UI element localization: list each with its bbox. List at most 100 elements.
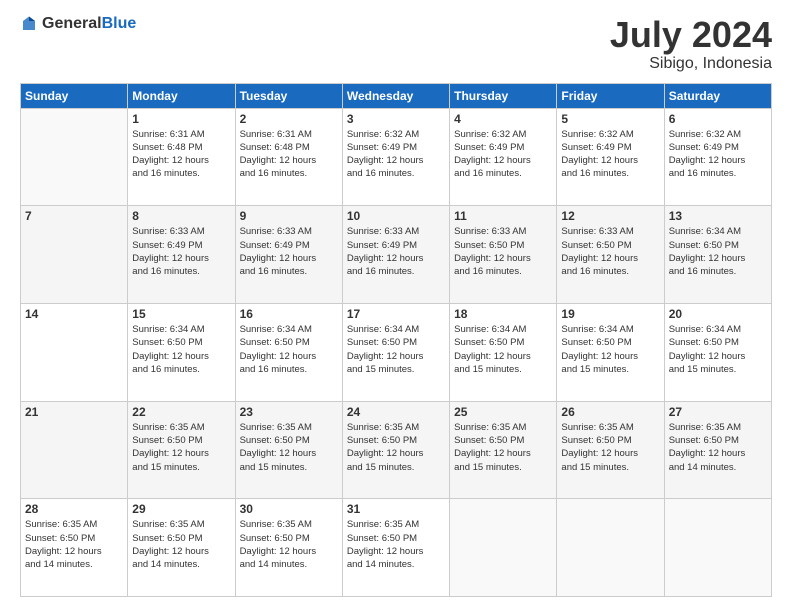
calendar-table: Sunday Monday Tuesday Wednesday Thursday… [20, 83, 772, 597]
location: Sibigo, Indonesia [610, 55, 772, 73]
col-wednesday: Wednesday [342, 83, 449, 108]
day-info: Sunrise: 6:34 AM Sunset: 6:50 PM Dayligh… [669, 225, 767, 278]
day-number: 22 [132, 405, 230, 419]
day-number: 18 [454, 307, 552, 321]
day-info: Sunrise: 6:35 AM Sunset: 6:50 PM Dayligh… [347, 518, 445, 571]
logo-general: General [42, 15, 102, 32]
day-number: 27 [669, 405, 767, 419]
day-info: Sunrise: 6:34 AM Sunset: 6:50 PM Dayligh… [347, 323, 445, 376]
table-row: 1 Sunrise: 6:31 AM Sunset: 6:48 PM Daylig… [128, 108, 235, 206]
day-number: 28 [25, 502, 123, 516]
logo: GeneralBlue [20, 15, 136, 33]
table-row: 10 Sunrise: 6:33 AM Sunset: 6:49 PM Dayli… [342, 206, 449, 304]
table-row: 2 Sunrise: 6:31 AM Sunset: 6:48 PM Daylig… [235, 108, 342, 206]
day-info: Sunrise: 6:33 AM Sunset: 6:49 PM Dayligh… [132, 225, 230, 278]
title-block: July 2024 Sibigo, Indonesia [610, 15, 772, 73]
day-info: Sunrise: 6:34 AM Sunset: 6:50 PM Dayligh… [132, 323, 230, 376]
table-row: 11Sunrise: 6:33 AM Sunset: 6:50 PM Dayli… [450, 206, 557, 304]
col-friday: Friday [557, 83, 664, 108]
table-row: 28 Sunrise: 6:35 AM Sunset: 6:50 PM Dayli… [21, 499, 128, 597]
day-info: Sunrise: 6:35 AM Sunset: 6:50 PM Dayligh… [25, 518, 123, 571]
col-thursday: Thursday [450, 83, 557, 108]
day-number: 2 [240, 112, 338, 126]
day-info: Sunrise: 6:35 AM Sunset: 6:50 PM Dayligh… [132, 518, 230, 571]
table-row [557, 499, 664, 597]
table-row: 9 Sunrise: 6:33 AM Sunset: 6:49 PM Daylig… [235, 206, 342, 304]
table-row: 13 Sunrise: 6:34 AM Sunset: 6:50 PM Dayli… [664, 206, 771, 304]
day-info: Sunrise: 6:32 AM Sunset: 6:49 PM Dayligh… [669, 128, 767, 181]
day-info: Sunrise: 6:34 AM Sunset: 6:50 PM Dayligh… [669, 323, 767, 376]
day-number: 20 [669, 307, 767, 321]
header: GeneralBlue July 2024 Sibigo, Indonesia [20, 15, 772, 73]
table-row: 26 Sunrise: 6:35 AM Sunset: 6:50 PM Dayli… [557, 401, 664, 499]
day-info: Sunrise: 6:35 AM Sunset: 6:50 PM Dayligh… [669, 421, 767, 474]
table-row: 25Sunrise: 6:35 AM Sunset: 6:50 PM Dayli… [450, 401, 557, 499]
table-row: 5 Sunrise: 6:32 AM Sunset: 6:49 PM Daylig… [557, 108, 664, 206]
table-row: 19Sunrise: 6:34 AM Sunset: 6:50 PM Dayli… [557, 303, 664, 401]
day-info: Sunrise: 6:33 AM Sunset: 6:50 PM Dayligh… [561, 225, 659, 278]
day-info: Sunrise: 6:35 AM Sunset: 6:50 PM Dayligh… [347, 421, 445, 474]
table-row [21, 108, 128, 206]
day-info: Sunrise: 6:34 AM Sunset: 6:50 PM Dayligh… [454, 323, 552, 376]
table-row [664, 499, 771, 597]
day-number: 14 [25, 307, 123, 321]
day-number: 8 [132, 209, 230, 223]
week-row-4: 21 22 Sunrise: 6:35 AM Sunset: 6:50 PM Day… [21, 401, 772, 499]
table-row: 31 Sunrise: 6:35 AM Sunset: 6:50 PM Dayli… [342, 499, 449, 597]
day-number: 21 [25, 405, 123, 419]
day-info: Sunrise: 6:34 AM Sunset: 6:50 PM Dayligh… [561, 323, 659, 376]
week-row-2: 78 Sunrise: 6:33 AM Sunset: 6:49 PM Dayli… [21, 206, 772, 304]
day-info: Sunrise: 6:32 AM Sunset: 6:49 PM Dayligh… [561, 128, 659, 181]
col-tuesday: Tuesday [235, 83, 342, 108]
day-number: 11 [454, 209, 552, 223]
day-number: 29 [132, 502, 230, 516]
day-info: Sunrise: 6:31 AM Sunset: 6:48 PM Dayligh… [240, 128, 338, 181]
table-row: 15 Sunrise: 6:34 AM Sunset: 6:50 PM Dayli… [128, 303, 235, 401]
table-row: 27 Sunrise: 6:35 AM Sunset: 6:50 PM Dayli… [664, 401, 771, 499]
table-row: 22 Sunrise: 6:35 AM Sunset: 6:50 PM Dayli… [128, 401, 235, 499]
day-number: 12 [561, 209, 659, 223]
day-info: Sunrise: 6:35 AM Sunset: 6:50 PM Dayligh… [132, 421, 230, 474]
col-sunday: Sunday [21, 83, 128, 108]
day-number: 9 [240, 209, 338, 223]
table-row: 23 Sunrise: 6:35 AM Sunset: 6:50 PM Dayli… [235, 401, 342, 499]
day-number: 17 [347, 307, 445, 321]
day-number: 4 [454, 112, 552, 126]
table-row: 12 Sunrise: 6:33 AM Sunset: 6:50 PM Dayli… [557, 206, 664, 304]
logo-icon [20, 15, 38, 33]
day-number: 6 [669, 112, 767, 126]
day-info: Sunrise: 6:35 AM Sunset: 6:50 PM Dayligh… [561, 421, 659, 474]
table-row [450, 499, 557, 597]
week-row-5: 28 Sunrise: 6:35 AM Sunset: 6:50 PM Dayli… [21, 499, 772, 597]
table-row: 17 Sunrise: 6:34 AM Sunset: 6:50 PM Dayli… [342, 303, 449, 401]
day-number: 10 [347, 209, 445, 223]
day-number: 24 [347, 405, 445, 419]
table-row: 14 [21, 303, 128, 401]
logo-blue: Blue [102, 15, 137, 32]
table-row: 4 Sunrise: 6:32 AM Sunset: 6:49 PM Daylig… [450, 108, 557, 206]
table-row: 20 Sunrise: 6:34 AM Sunset: 6:50 PM Dayli… [664, 303, 771, 401]
day-info: Sunrise: 6:33 AM Sunset: 6:49 PM Dayligh… [347, 225, 445, 278]
day-number: 1 [132, 112, 230, 126]
day-number: 31 [347, 502, 445, 516]
day-number: 13 [669, 209, 767, 223]
week-row-3: 14 15 Sunrise: 6:34 AM Sunset: 6:50 PM Day… [21, 303, 772, 401]
day-info: Sunrise: 6:35 AM Sunset: 6:50 PM Dayligh… [240, 518, 338, 571]
table-row: 18 Sunrise: 6:34 AM Sunset: 6:50 PM Dayli… [450, 303, 557, 401]
day-number: 7 [25, 209, 123, 223]
table-row: 30Sunrise: 6:35 AM Sunset: 6:50 PM Dayli… [235, 499, 342, 597]
table-row: 29 Sunrise: 6:35 AM Sunset: 6:50 PM Dayli… [128, 499, 235, 597]
table-row: 8 Sunrise: 6:33 AM Sunset: 6:49 PM Daylig… [128, 206, 235, 304]
table-row: 3Sunrise: 6:32 AM Sunset: 6:49 PM Daylig… [342, 108, 449, 206]
day-info: Sunrise: 6:31 AM Sunset: 6:48 PM Dayligh… [132, 128, 230, 181]
day-number: 26 [561, 405, 659, 419]
day-number: 15 [132, 307, 230, 321]
header-row: Sunday Monday Tuesday Wednesday Thursday… [21, 83, 772, 108]
page: GeneralBlue July 2024 Sibigo, Indonesia … [0, 0, 792, 612]
day-number: 23 [240, 405, 338, 419]
day-number: 5 [561, 112, 659, 126]
day-number: 3 [347, 112, 445, 126]
day-info: Sunrise: 6:33 AM Sunset: 6:49 PM Dayligh… [240, 225, 338, 278]
day-info: Sunrise: 6:35 AM Sunset: 6:50 PM Dayligh… [240, 421, 338, 474]
day-info: Sunrise: 6:32 AM Sunset: 6:49 PM Dayligh… [454, 128, 552, 181]
